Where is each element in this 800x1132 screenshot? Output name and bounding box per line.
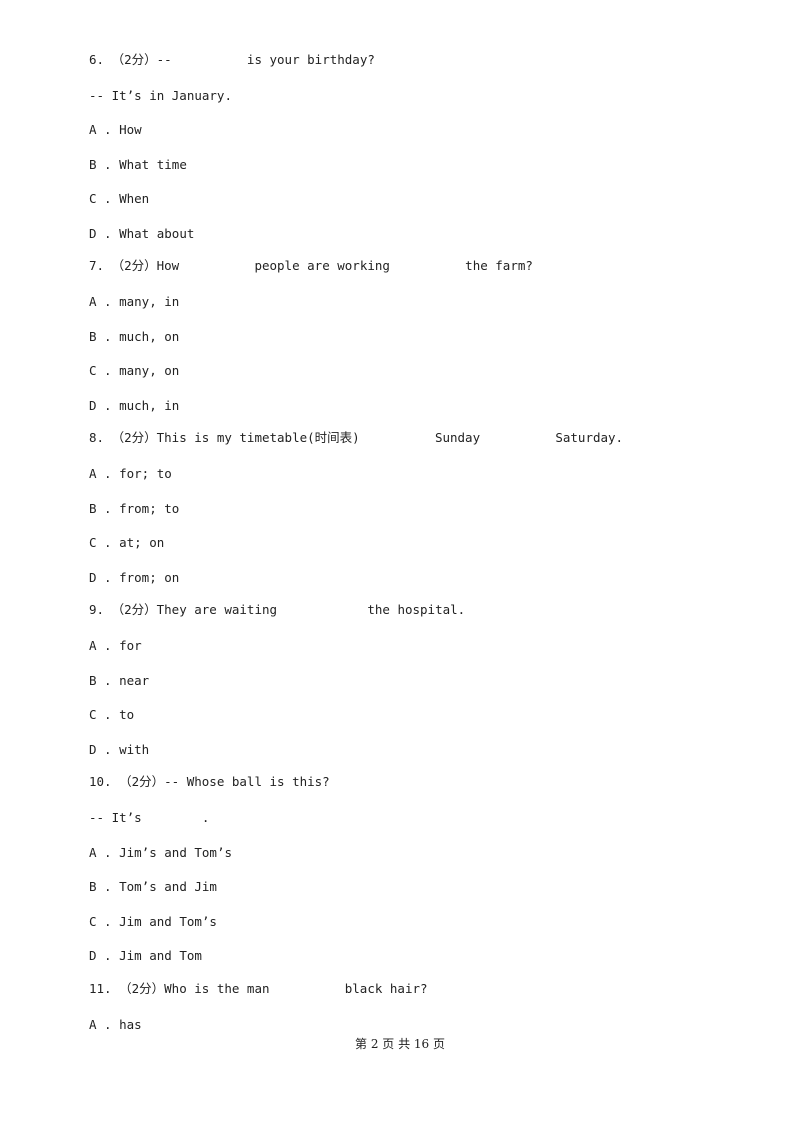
option-text: from; on	[119, 570, 180, 585]
option-10b: B . Tom’s and Jim	[89, 879, 217, 895]
option-letter: A .	[89, 1017, 112, 1032]
option-letter: D .	[89, 742, 112, 757]
option-text: When	[119, 191, 150, 206]
question-6-followup: -- It’s in January.	[89, 88, 232, 103]
option-6c: C . When	[89, 191, 149, 207]
question-number: 7.	[89, 258, 105, 273]
option-9d: D . with	[89, 742, 149, 758]
page-footer: 第 2 页 共 16 页	[355, 1037, 445, 1051]
option-8a: A . for; to	[89, 466, 172, 482]
question-score: （2分）	[111, 602, 157, 617]
option-8c: C . at; on	[89, 535, 164, 551]
question-number: 6.	[89, 52, 105, 67]
option-text: How	[119, 122, 142, 137]
option-letter: D .	[89, 398, 112, 413]
question-11: 11. （2分）Who is the man black hair?	[89, 981, 428, 997]
option-text: What about	[119, 226, 195, 241]
option-letter: C .	[89, 707, 112, 722]
option-text: has	[119, 1017, 142, 1032]
option-8d: D . from; on	[89, 570, 179, 586]
question-9: 9. （2分）They are waiting the hospital.	[89, 602, 465, 618]
option-7c: C . many, on	[89, 363, 179, 379]
option-10a: A . Jim’s and Tom’s	[89, 845, 232, 861]
option-10d: D . Jim and Tom	[89, 948, 202, 964]
option-7a: A . many, in	[89, 294, 179, 310]
option-text: What time	[119, 157, 187, 172]
option-6d: D . What about	[89, 226, 194, 242]
question-stem: This is my timetable(时间表) Sunday Saturda…	[156, 430, 624, 445]
option-letter: C .	[89, 535, 112, 550]
document-page: 6. （2分）-- is your birthday? -- It’s in J…	[0, 0, 800, 1132]
option-9a: A . for	[89, 638, 142, 654]
option-text: at; on	[119, 535, 165, 550]
option-text: for	[119, 638, 142, 653]
option-text: much, on	[119, 329, 180, 344]
option-text: from; to	[119, 501, 180, 516]
question-8: 8. （2分）This is my timetable(时间表) Sunday …	[89, 430, 623, 446]
option-6b: B . What time	[89, 157, 187, 173]
question-score: （2分）	[111, 258, 157, 273]
question-stem: How people are working the farm?	[156, 258, 533, 273]
option-letter: D .	[89, 570, 112, 585]
question-6: 6. （2分）-- is your birthday?	[89, 52, 375, 68]
option-letter: A .	[89, 294, 112, 309]
option-6a: A . How	[89, 122, 142, 138]
option-9b: B . near	[89, 673, 149, 689]
option-letter: D .	[89, 948, 112, 963]
option-text: with	[119, 742, 150, 757]
question-score: （2分）	[119, 774, 165, 789]
question-number: 10.	[89, 774, 112, 789]
option-letter: C .	[89, 363, 112, 378]
option-letter: A .	[89, 638, 112, 653]
option-text: Jim and Tom	[119, 948, 202, 963]
option-text: Jim’s and Tom’s	[119, 845, 232, 860]
question-10: 10. （2分）-- Whose ball is this?	[89, 774, 330, 790]
option-text: Jim and Tom’s	[119, 914, 217, 929]
option-letter: A .	[89, 845, 112, 860]
option-letter: B .	[89, 329, 112, 344]
option-text: near	[119, 673, 150, 688]
question-score: （2分）	[111, 430, 157, 445]
option-letter: B .	[89, 879, 112, 894]
question-stem: Who is the man black hair?	[164, 981, 428, 996]
option-letter: C .	[89, 914, 112, 929]
option-7b: B . much, on	[89, 329, 179, 345]
question-score: （2分）	[111, 52, 157, 67]
option-letter: A .	[89, 122, 112, 137]
option-letter: D .	[89, 226, 112, 241]
option-7d: D . much, in	[89, 398, 179, 414]
option-letter: B .	[89, 673, 112, 688]
option-text: Tom’s and Jim	[119, 879, 217, 894]
option-10c: C . Jim and Tom’s	[89, 914, 217, 930]
option-letter: C .	[89, 191, 112, 206]
question-7: 7. （2分）How people are working the farm?	[89, 258, 533, 274]
question-score: （2分）	[119, 981, 165, 996]
question-stem: They are waiting the hospital.	[156, 602, 466, 617]
option-letter: B .	[89, 157, 112, 172]
option-8b: B . from; to	[89, 501, 179, 517]
question-10-followup: -- It’s .	[89, 810, 210, 825]
option-text: many, in	[119, 294, 180, 309]
question-stem: -- Whose ball is this?	[164, 774, 330, 789]
option-9c: C . to	[89, 707, 134, 723]
question-number: 9.	[89, 602, 105, 617]
option-text: many, on	[119, 363, 180, 378]
option-text: to	[119, 707, 135, 722]
question-number: 11.	[89, 981, 112, 996]
option-11a: A . has	[89, 1017, 142, 1033]
option-text: much, in	[119, 398, 180, 413]
question-number: 8.	[89, 430, 105, 445]
option-letter: A .	[89, 466, 112, 481]
option-text: for; to	[119, 466, 172, 481]
question-stem: -- is your birthday?	[156, 52, 375, 67]
option-letter: B .	[89, 501, 112, 516]
